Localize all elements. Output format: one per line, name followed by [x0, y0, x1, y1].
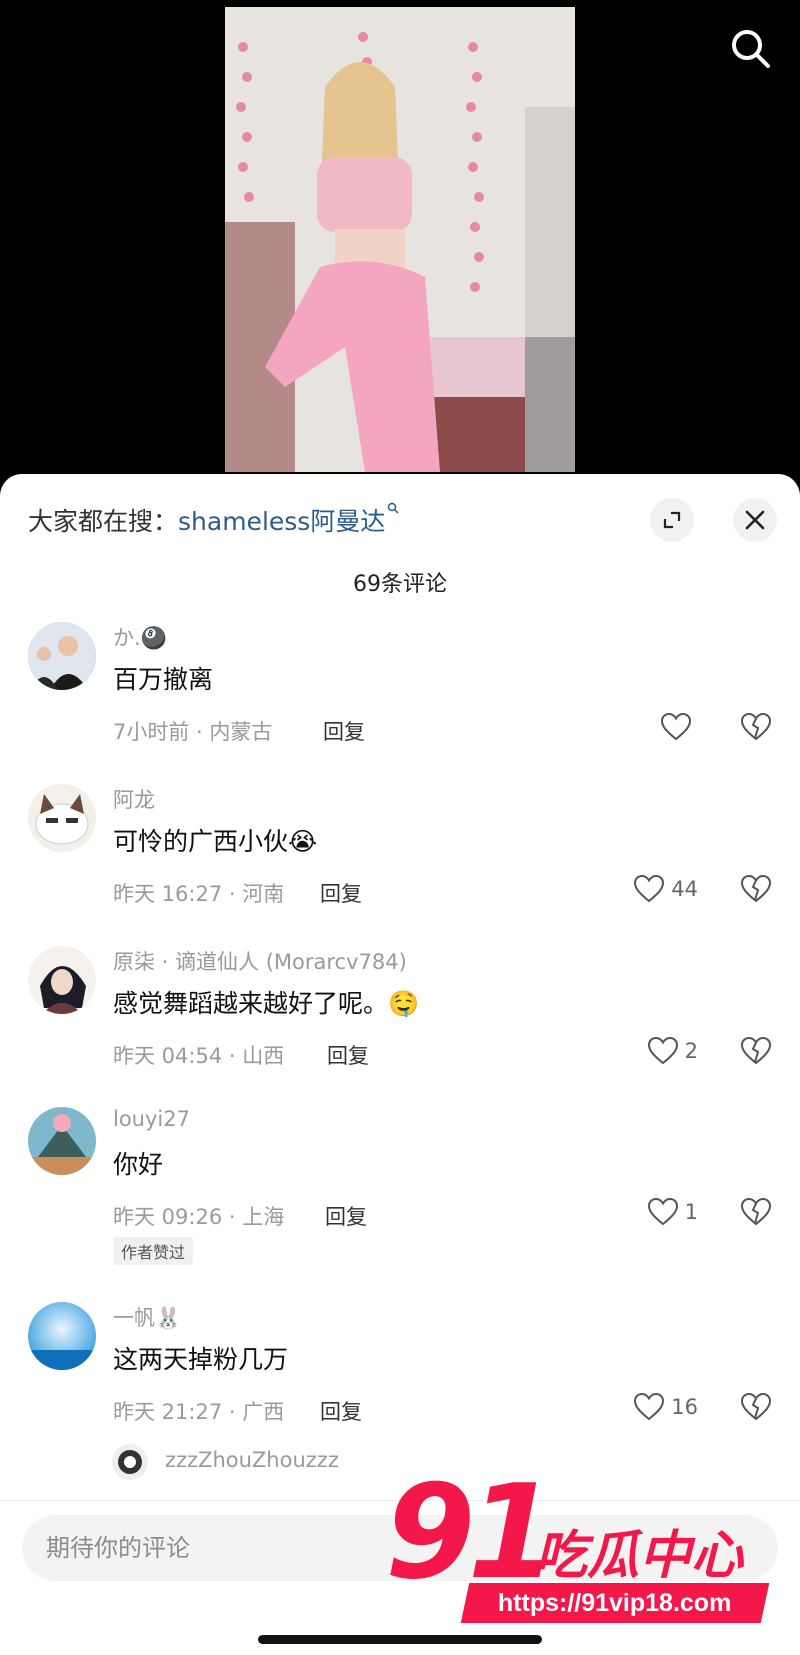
reply-button[interactable]: 回复 — [325, 1201, 367, 1231]
avatar[interactable] — [28, 784, 96, 852]
comment-text: 这两天掉粉几万 — [113, 1345, 289, 1374]
watermark-url: https://91vip18.com — [498, 1588, 732, 1617]
comment-count: 69条评论 — [353, 572, 447, 597]
comment-username[interactable]: か.🎱 — [113, 622, 167, 652]
comment-meta: 昨天 21:27 · 广西 — [113, 1400, 285, 1424]
small-search-icon — [388, 502, 399, 514]
video-frame[interactable] — [225, 7, 575, 472]
like-count: 16 — [671, 1395, 698, 1419]
like-count: 44 — [671, 877, 698, 901]
watermark: 91 吃瓜中心 https://91vip18.com — [385, 1467, 780, 1635]
comment-input[interactable] — [44, 1529, 428, 1567]
reply-button[interactable]: 回复 — [320, 1396, 362, 1426]
video-area[interactable] — [0, 0, 800, 480]
comment-text: 百万撤离 — [113, 665, 214, 694]
like-count: 1 — [684, 1200, 698, 1224]
close-button[interactable] — [733, 498, 777, 542]
heart-icon — [634, 1392, 665, 1421]
heart-icon — [647, 1036, 678, 1065]
author-liked-badge: 作者赞过 — [113, 1237, 194, 1265]
broken-heart-icon[interactable] — [740, 712, 772, 742]
comment-text: 感觉舞蹈越来越好了呢。🤤 — [113, 989, 420, 1018]
heart-icon — [660, 712, 692, 741]
comment-username[interactable]: 阿龙 — [113, 784, 155, 814]
comment-text: 可怜的广西小伙😭 — [113, 827, 318, 856]
close-icon — [745, 510, 765, 530]
broken-heart-icon[interactable] — [740, 874, 772, 904]
expand-icon — [663, 511, 681, 529]
trending-keyword[interactable]: shameless阿曼达 — [178, 507, 385, 536]
comment-meta: 7小时前 · 内蒙古 — [113, 720, 273, 744]
comment-meta: 昨天 16:27 · 河南 — [113, 882, 285, 906]
comment-text: 你好 — [113, 1150, 164, 1179]
like-button[interactable]: 1 — [647, 1197, 698, 1227]
like-button[interactable] — [660, 712, 698, 742]
comment-username[interactable]: 一帆🐰 — [113, 1302, 181, 1332]
trending-search[interactable]: 大家都在搜：shameless阿曼达 — [28, 502, 399, 538]
avatar[interactable] — [28, 1107, 96, 1175]
avatar[interactable] — [28, 1302, 96, 1370]
heart-icon — [647, 1197, 678, 1226]
reply-button[interactable]: 回复 — [320, 878, 362, 908]
watermark-text: 吃瓜中心 — [535, 1526, 744, 1586]
broken-heart-icon[interactable] — [740, 1392, 772, 1422]
reply-button[interactable]: 回复 — [327, 1040, 369, 1070]
like-button[interactable]: 44 — [633, 874, 698, 904]
comment-username[interactable]: 原柒 · 谪道仙人 (Morarcv784) — [113, 946, 407, 976]
watermark-number: 91 — [385, 1456, 558, 1608]
heart-icon — [634, 874, 665, 903]
sub-reply-avatar[interactable] — [112, 1444, 148, 1480]
trending-prefix: 大家都在搜： — [28, 507, 179, 536]
avatar[interactable] — [28, 946, 96, 1014]
broken-heart-icon[interactable] — [740, 1036, 772, 1066]
like-count: 2 — [684, 1039, 698, 1063]
expand-button[interactable] — [650, 498, 694, 542]
comment-username[interactable]: louyi27 — [113, 1107, 190, 1131]
watermark-url-banner: https://91vip18.com — [460, 1583, 770, 1623]
like-button[interactable]: 2 — [647, 1036, 698, 1066]
like-button[interactable]: 16 — [633, 1392, 698, 1422]
comment-meta: 昨天 09:26 · 上海 — [113, 1205, 285, 1229]
home-indicator — [258, 1635, 542, 1644]
reply-button[interactable]: 回复 — [323, 716, 365, 746]
avatar[interactable] — [28, 622, 96, 690]
sub-reply-username[interactable]: zzzZhouZhouzzz — [165, 1448, 339, 1472]
comment-meta: 昨天 04:54 · 山西 — [113, 1044, 285, 1068]
search-button[interactable] — [728, 26, 772, 70]
search-icon — [732, 30, 770, 68]
broken-heart-icon[interactable] — [740, 1197, 772, 1227]
